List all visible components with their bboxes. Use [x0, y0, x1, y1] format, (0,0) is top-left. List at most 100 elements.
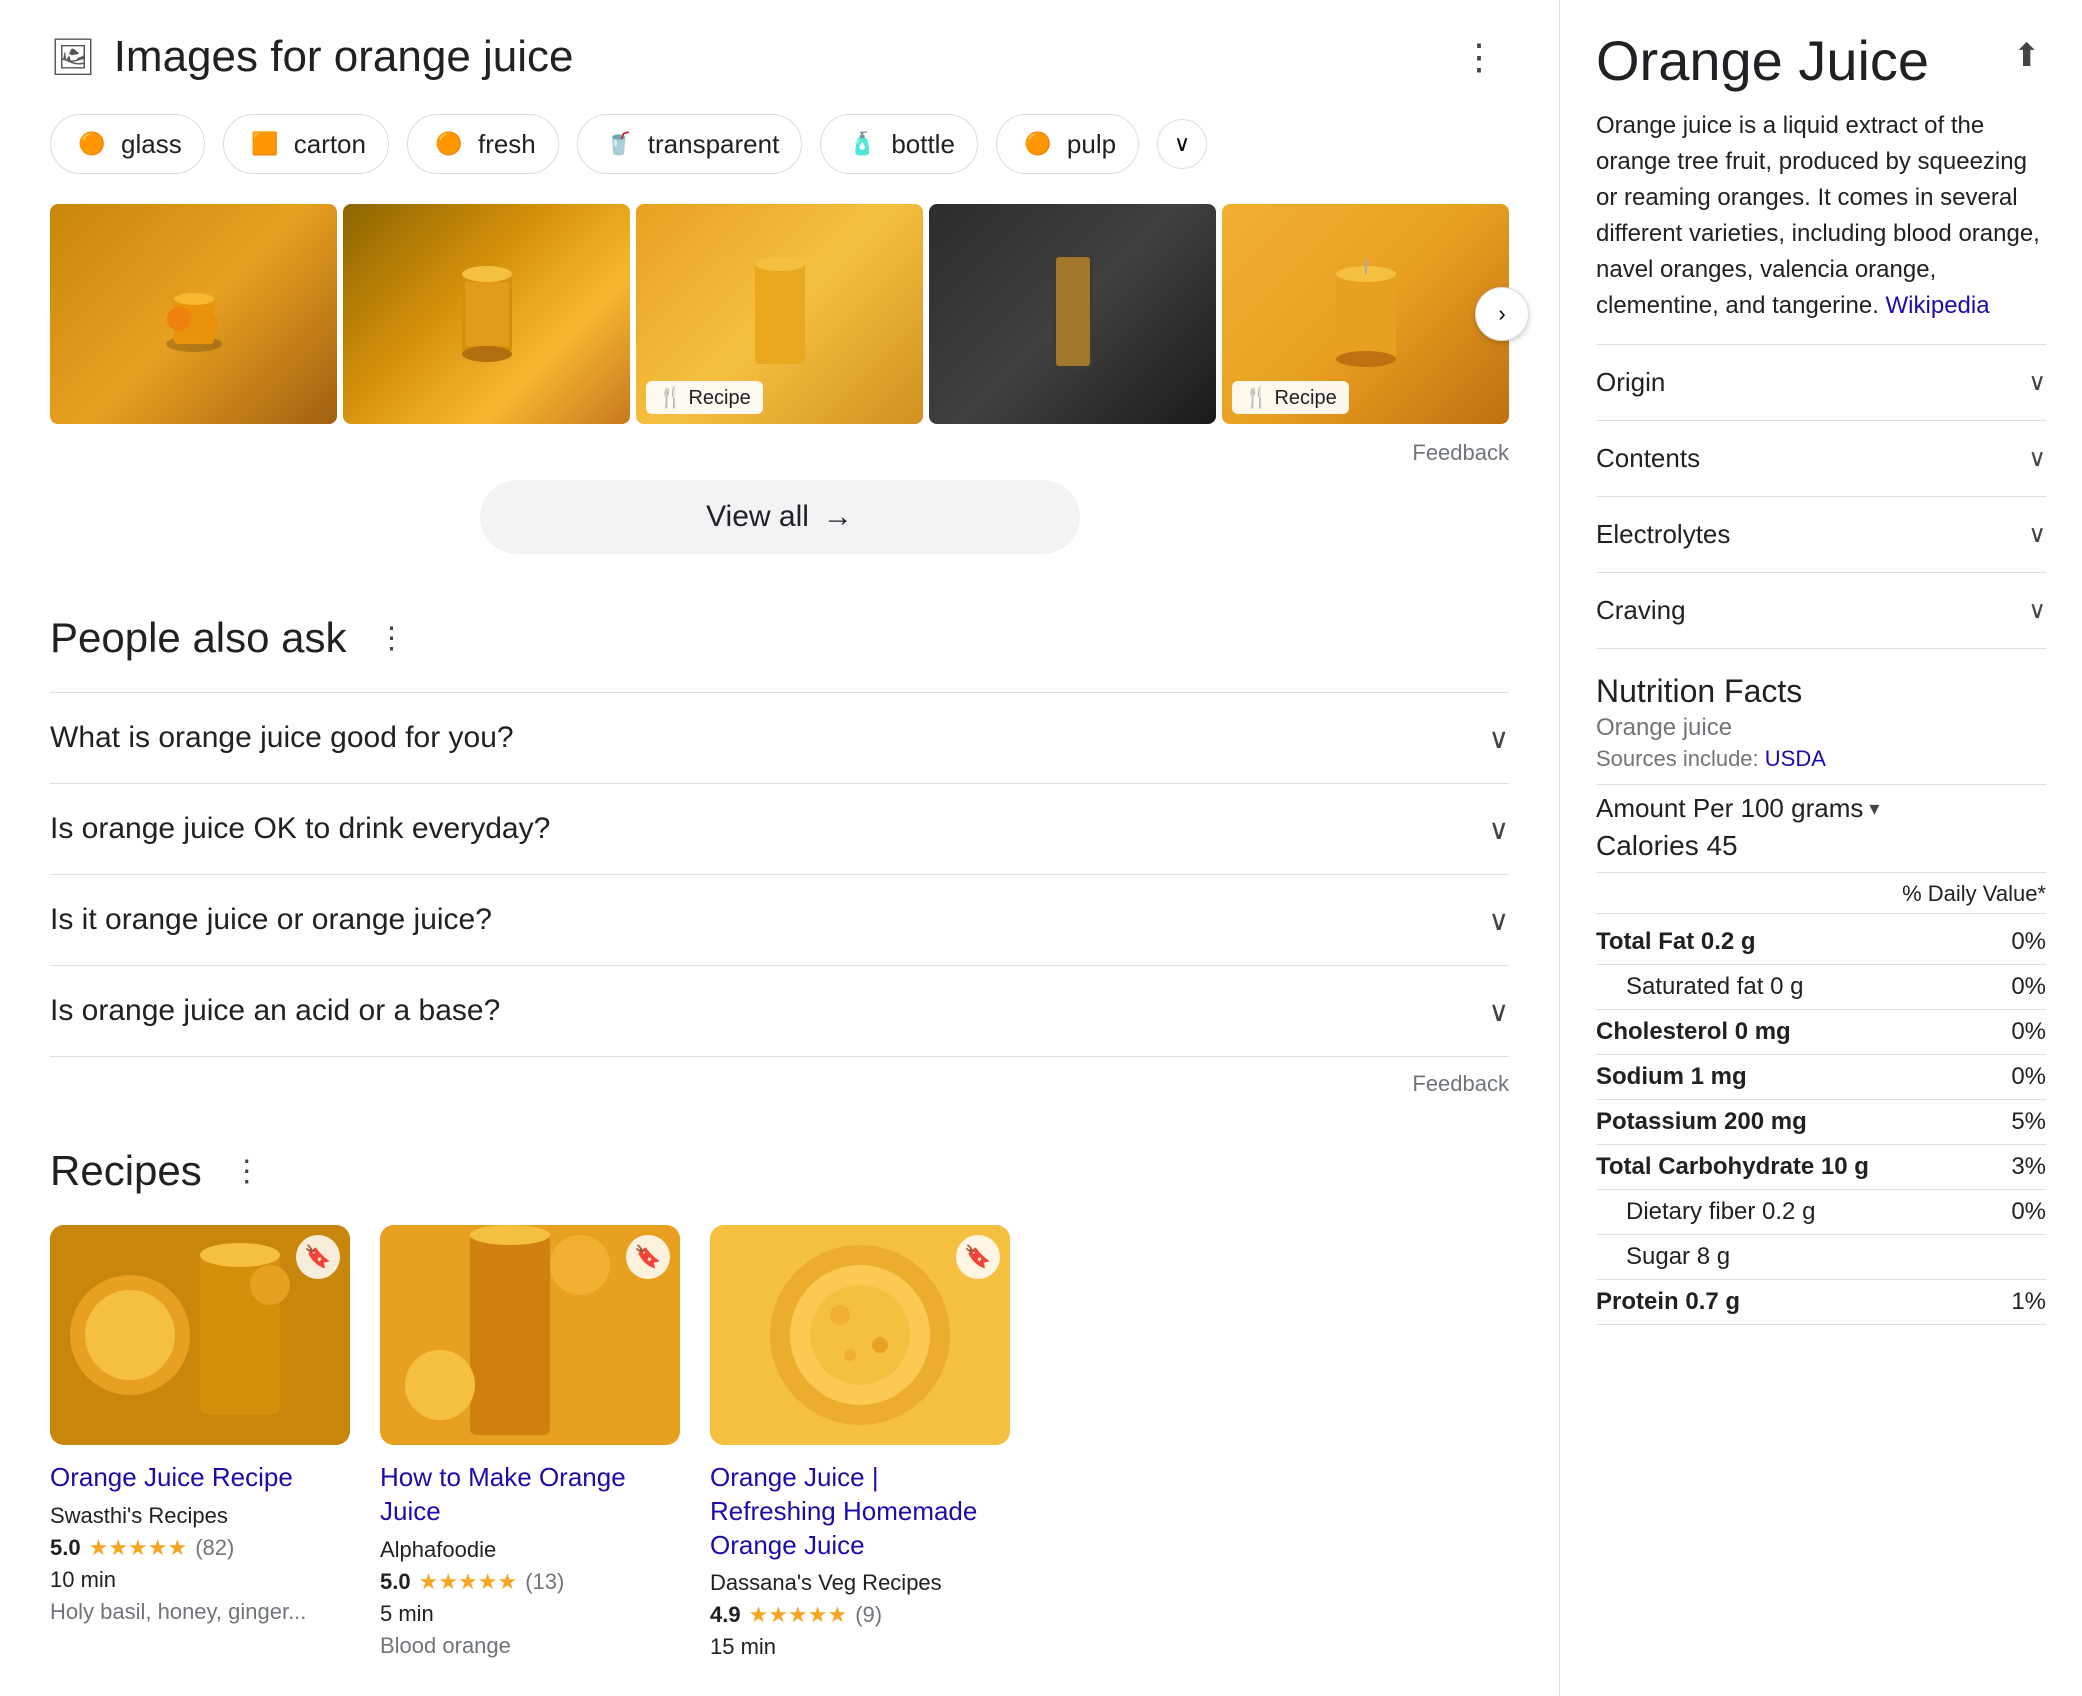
panel-section-craving-label: Craving — [1596, 595, 1686, 626]
chip-transparent-label: transparent — [648, 129, 780, 160]
rating-count-1: (13) — [525, 1569, 564, 1595]
nutrition-label-6: Dietary fiber 0.2 g — [1626, 1198, 2011, 1226]
nutrition-row-6: Dietary fiber 0.2 g 0% — [1596, 1190, 2046, 1235]
nutrition-row-3: Sodium 1 mg 0% — [1596, 1055, 2046, 1100]
nutrition-divider-top — [1596, 784, 2046, 785]
faq-chevron-0: ∨ — [1489, 722, 1510, 755]
rating-value-0: 5.0 — [50, 1535, 81, 1561]
paa-feedback-label[interactable]: Feedback — [50, 1071, 1509, 1097]
nutrition-pct-6: 0% — [2011, 1198, 2046, 1226]
recipe-title-1[interactable]: How to Make Orange Juice — [380, 1461, 680, 1529]
chip-bottle-label: bottle — [891, 129, 955, 160]
recipe-rating-2: 4.9 ★★★★★ (9) — [710, 1602, 1010, 1628]
dv-header: % Daily Value* — [1596, 881, 2046, 914]
recipe-source-0: Swasthi's Recipes — [50, 1503, 350, 1529]
right-panel: Orange Juice ⬆ Orange juice is a liquid … — [1560, 0, 2082, 1696]
nutrition-subtitle: Orange juice — [1596, 714, 2046, 742]
panel-section-craving[interactable]: Craving ∨ — [1596, 573, 2046, 649]
nutrition-pct-5: 3% — [2011, 1153, 2046, 1181]
recipe-rating-1: 5.0 ★★★★★ (13) — [380, 1569, 680, 1595]
faq-item-0[interactable]: What is orange juice good for you? ∨ — [50, 692, 1509, 783]
recipe-title-2[interactable]: Orange Juice | Refreshing Homemade Orang… — [710, 1461, 1010, 1562]
nutrition-row-8: Protein 0.7 g 1% — [1596, 1280, 2046, 1325]
faq-item-3[interactable]: Is orange juice an acid or a base? ∨ — [50, 965, 1509, 1057]
recipes-title: Recipes — [50, 1147, 202, 1195]
chip-carton-icon: 🟧 — [246, 125, 284, 163]
recipes-header: Recipes ⋮ — [50, 1147, 1509, 1195]
image-cell-4[interactable] — [929, 204, 1216, 424]
panel-section-origin[interactable]: Origin ∨ — [1596, 345, 2046, 421]
faq-question-0: What is orange juice good for you? — [50, 721, 514, 755]
chip-carton[interactable]: 🟧 carton — [223, 114, 389, 174]
recipe-card-1[interactable]: 🔖 How to Make Orange Juice Alphafoodie 5… — [380, 1225, 680, 1666]
chip-fresh[interactable]: 🟠 fresh — [407, 114, 559, 174]
faq-item-1[interactable]: Is orange juice OK to drink everyday? ∨ — [50, 783, 1509, 874]
chip-pulp[interactable]: 🟠 pulp — [996, 114, 1139, 174]
recipe-time-0: 10 min — [50, 1567, 350, 1593]
bookmark-button-2[interactable]: 🔖 — [956, 1235, 1000, 1279]
recipes-menu-button[interactable]: ⋮ — [220, 1148, 274, 1195]
chip-transparent[interactable]: 🥤 transparent — [577, 114, 803, 174]
calories-row: Calories 45 — [1596, 830, 2046, 862]
chip-bottle[interactable]: 🧴 bottle — [820, 114, 978, 174]
chip-glass-icon: 🟠 — [73, 125, 111, 163]
chips-expand-button[interactable]: ∨ — [1157, 119, 1207, 169]
chip-transparent-icon: 🥤 — [600, 125, 638, 163]
chip-pulp-icon: 🟠 — [1019, 125, 1057, 163]
paa-menu-button[interactable]: ⋮ — [365, 615, 419, 662]
bookmark-button-0[interactable]: 🔖 — [296, 1235, 340, 1279]
filter-chips: 🟠 glass 🟧 carton 🟠 fresh 🥤 transparent 🧴… — [50, 114, 1509, 174]
rating-stars-2: ★★★★★ — [749, 1602, 848, 1628]
recipe-thumb-2: 🔖 — [710, 1225, 1010, 1445]
rating-value-1: 5.0 — [380, 1569, 411, 1595]
nutrition-row-1: Saturated fat 0 g 0% — [1596, 965, 2046, 1010]
faq-question-3: Is orange juice an acid or a base? — [50, 994, 500, 1028]
image-cell-2[interactable] — [343, 204, 630, 424]
image-cell-1[interactable] — [50, 204, 337, 424]
people-also-ask-header: People also ask ⋮ — [50, 614, 1509, 662]
nutrition-label-8: Protein 0.7 g — [1596, 1288, 2011, 1316]
panel-chevron-origin: ∨ — [2028, 368, 2046, 397]
usda-link[interactable]: USDA — [1765, 746, 1826, 771]
panel-chevron-craving: ∨ — [2028, 596, 2046, 625]
recipe-badge-5: 🍴 Recipe — [1232, 381, 1349, 414]
nutrition-pct-1: 0% — [2011, 973, 2046, 1001]
nutrition-label-1: Saturated fat 0 g — [1626, 973, 2011, 1001]
faq-question-1: Is orange juice OK to drink everyday? — [50, 812, 550, 846]
rating-count-2: (9) — [855, 1602, 882, 1628]
header-more-options-button[interactable]: ⋮ — [1449, 30, 1509, 84]
panel-section-contents-label: Contents — [1596, 443, 1700, 474]
chip-fresh-icon: 🟠 — [430, 125, 468, 163]
image-grid-next-button[interactable]: › — [1475, 287, 1529, 341]
panel-section-electrolytes-label: Electrolytes — [1596, 519, 1730, 550]
amount-per: Amount Per 100 grams ▾ — [1596, 793, 2046, 824]
panel-section-electrolytes[interactable]: Electrolytes ∨ — [1596, 497, 2046, 573]
share-button[interactable]: ⬆ — [2007, 30, 2046, 80]
panel-section-contents[interactable]: Contents ∨ — [1596, 421, 2046, 497]
image-feedback-label[interactable]: Feedback — [50, 440, 1509, 466]
panel-description: Orange juice is a liquid extract of the … — [1596, 108, 2046, 324]
view-all-button[interactable]: View all → — [480, 480, 1080, 554]
faq-chevron-1: ∨ — [1489, 813, 1510, 846]
wikipedia-link[interactable]: Wikipedia — [1886, 292, 1990, 319]
nutrition-section: Nutrition Facts Orange juice Sources inc… — [1596, 673, 2046, 1325]
panel-chevron-contents: ∨ — [2028, 444, 2046, 473]
chip-glass-label: glass — [121, 129, 182, 160]
faq-question-2: Is it orange juice or orange juice? — [50, 903, 492, 937]
chip-glass[interactable]: 🟠 glass — [50, 114, 205, 174]
panel-header: Orange Juice ⬆ — [1596, 30, 2046, 92]
nutrition-pct-3: 0% — [2011, 1063, 2046, 1091]
nutrition-pct-4: 5% — [2011, 1108, 2046, 1136]
image-cell-3[interactable]: 🍴 Recipe — [636, 204, 923, 424]
nutrition-label-5: Total Carbohydrate 10 g — [1596, 1153, 2011, 1181]
recipe-title-0[interactable]: Orange Juice Recipe — [50, 1461, 350, 1495]
bookmark-button-1[interactable]: 🔖 — [626, 1235, 670, 1279]
recipe-source-2: Dassana's Veg Recipes — [710, 1570, 1010, 1596]
nutrition-label-2: Cholesterol 0 mg — [1596, 1018, 2011, 1046]
faq-item-2[interactable]: Is it orange juice or orange juice? ∨ — [50, 874, 1509, 965]
nutrition-source: Sources include: USDA — [1596, 746, 2046, 772]
recipe-card-2[interactable]: 🔖 Orange Juice | Refreshing Homemade Ora… — [710, 1225, 1010, 1666]
recipe-card-0[interactable]: 🔖 Orange Juice Recipe Swasthi's Recipes … — [50, 1225, 350, 1666]
amount-per-dropdown[interactable]: ▾ — [1869, 796, 1879, 821]
image-cell-5[interactable]: 🍴 Recipe — [1222, 204, 1509, 424]
